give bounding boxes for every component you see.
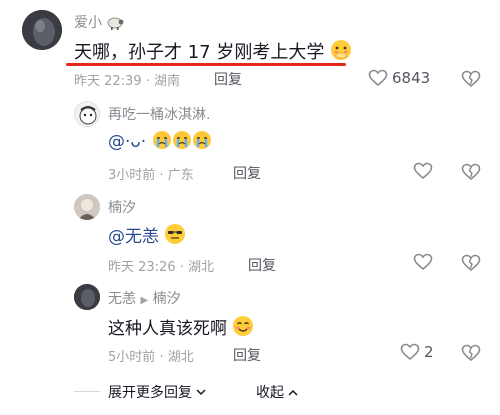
comment-author[interactable]: 爱小	[74, 12, 124, 34]
reply-text: @无恙	[108, 222, 186, 250]
mention-link[interactable]: @·ᴗ·	[108, 132, 146, 152]
dislike-button[interactable]	[461, 163, 481, 185]
broken-heart-icon	[461, 163, 481, 181]
heart-icon	[413, 253, 433, 271]
broken-heart-icon	[461, 344, 481, 362]
like-button[interactable]: 2	[400, 343, 434, 361]
reply-text: 这种人真该死啊	[108, 314, 254, 342]
avatar[interactable]	[22, 10, 62, 50]
heart-icon	[400, 343, 420, 361]
collapse-button[interactable]: 收起	[256, 382, 298, 402]
dislike-button[interactable]	[461, 70, 481, 92]
mention-link[interactable]: @无恙	[108, 227, 159, 247]
dislike-button[interactable]	[461, 254, 481, 276]
crying-emoji-icon	[192, 130, 212, 155]
reply-button[interactable]: 回复	[233, 345, 261, 365]
like-button[interactable]	[413, 253, 433, 271]
sheep-emoji-icon	[106, 16, 124, 34]
reply-author[interactable]: 再吃一桶冰淇淋.	[108, 104, 210, 124]
dislike-button[interactable]	[461, 344, 481, 366]
red-underline-annotation	[66, 63, 346, 66]
reply-text: @·ᴗ·	[108, 130, 212, 155]
like-count: 6843	[392, 69, 431, 87]
expand-more-replies-button[interactable]: 展开更多回复	[108, 382, 206, 402]
cool-face-emoji-icon	[164, 223, 186, 250]
avatar[interactable]	[74, 101, 100, 127]
broken-heart-icon	[461, 70, 481, 88]
reply-author[interactable]: 无恙 ▶ 楠汐	[108, 288, 181, 308]
shy-face-emoji-icon	[330, 39, 352, 66]
like-count: 2	[424, 343, 434, 361]
reply-meta: 5小时前 · 湖北	[108, 350, 194, 365]
reply-to-user[interactable]: 楠汐	[153, 291, 181, 307]
comment-text: 天哪，孙子才 17 岁刚考上大学	[74, 38, 352, 66]
heart-icon	[413, 162, 433, 180]
reply-button[interactable]: 回复	[214, 69, 242, 89]
like-button[interactable]	[413, 162, 433, 180]
reply-button[interactable]: 回复	[233, 163, 261, 183]
crying-emoji-icon	[172, 130, 192, 155]
reply-author[interactable]: 楠汐	[108, 197, 136, 217]
chevron-up-icon	[288, 384, 298, 400]
reply-arrow-icon: ▶	[140, 295, 149, 306]
reply-meta: 昨天 23:26 · 湖北	[108, 260, 215, 275]
reply-meta: 3小时前 · 广东	[108, 168, 194, 183]
heart-icon	[368, 69, 388, 87]
comment-meta: 昨天 22:39 · 湖南	[74, 74, 181, 89]
broken-heart-icon	[461, 254, 481, 272]
chevron-down-icon	[196, 384, 206, 400]
smiling-face-emoji-icon	[232, 315, 254, 342]
like-button[interactable]: 6843	[368, 69, 430, 87]
divider	[74, 391, 100, 392]
crying-emoji-icon	[152, 130, 172, 155]
reply-button[interactable]: 回复	[248, 255, 276, 275]
avatar[interactable]	[74, 194, 100, 220]
avatar[interactable]	[74, 284, 100, 310]
